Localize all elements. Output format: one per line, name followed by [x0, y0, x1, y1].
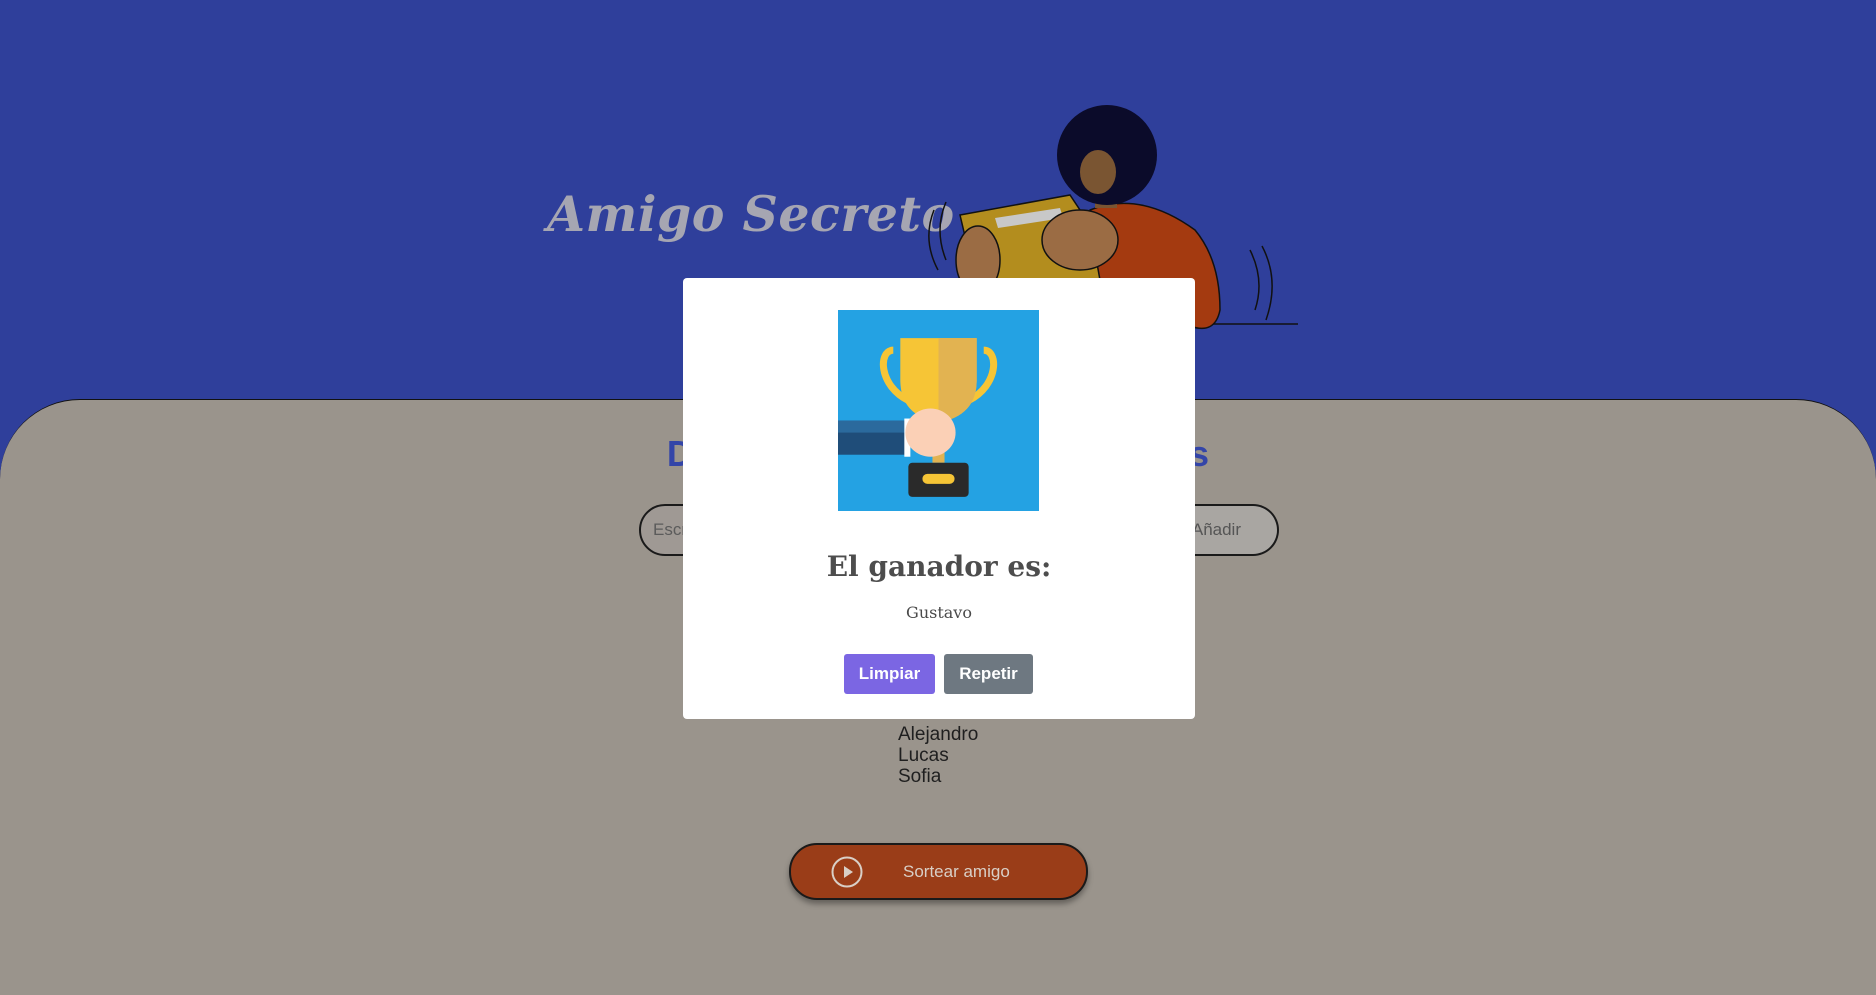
clear-button[interactable]: Limpiar — [844, 654, 935, 694]
repeat-button[interactable]: Repetir — [944, 654, 1033, 694]
trophy-image — [838, 310, 1039, 511]
modal-backdrop[interactable]: El ganador es: Gustavo Limpiar Repetir — [0, 0, 1876, 994]
modal-title: El ganador es: — [826, 550, 1052, 583]
winner-modal: El ganador es: Gustavo Limpiar Repetir — [683, 278, 1195, 719]
winner-name: Gustavo — [906, 603, 972, 622]
